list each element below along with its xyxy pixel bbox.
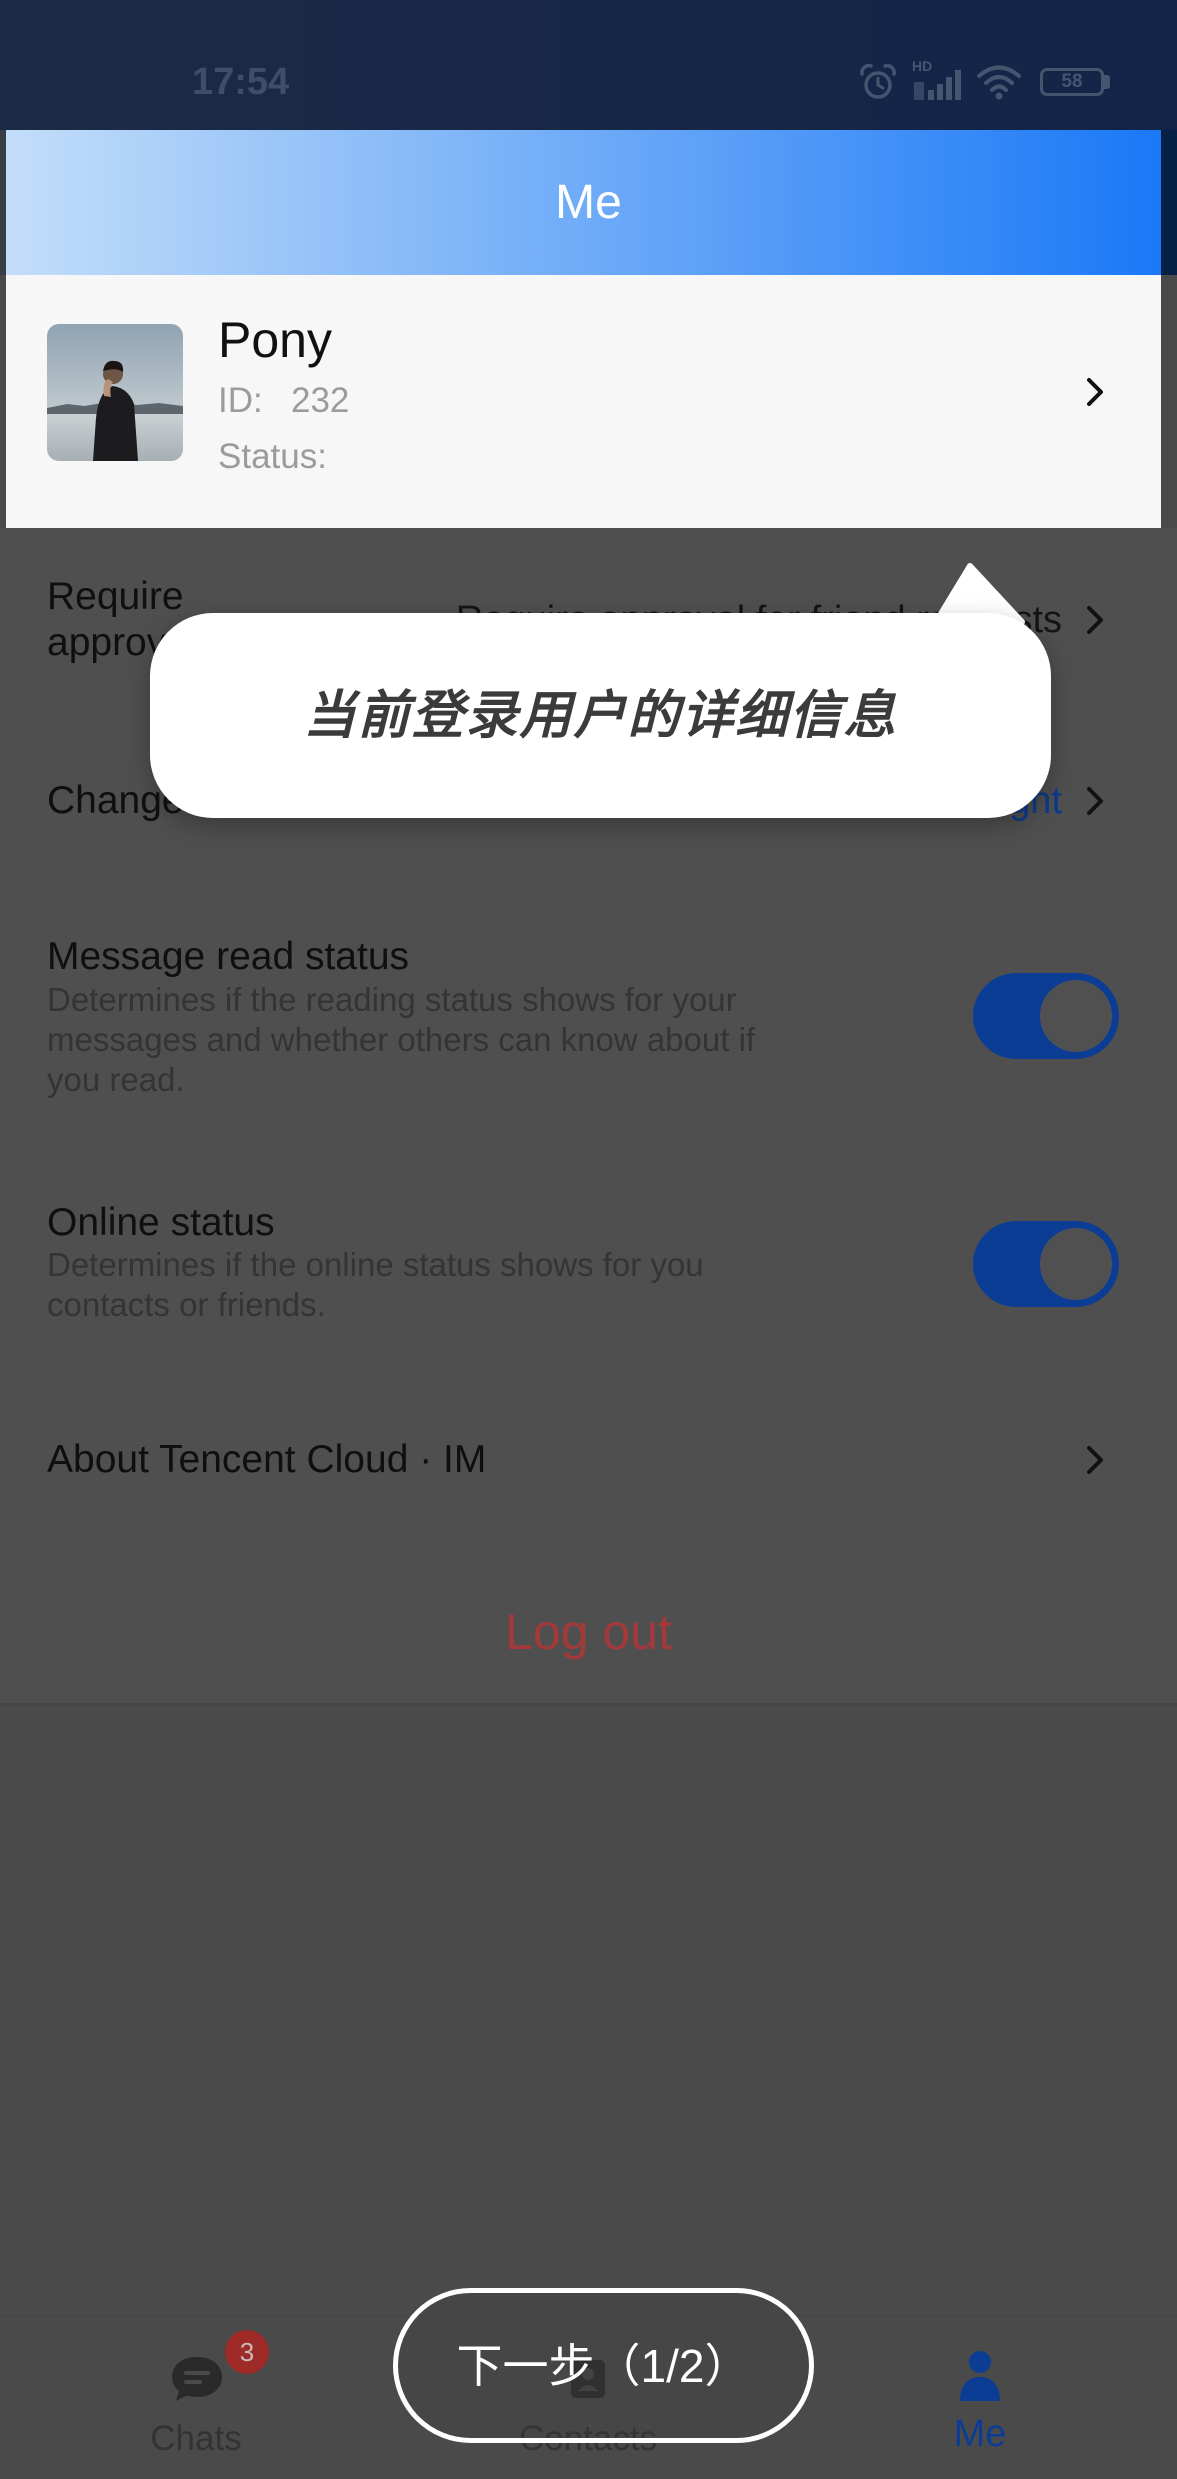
profile-id-value: 232 [291,381,350,420]
chevron-right-icon [1084,376,1106,408]
divider [0,1703,1177,1705]
read-status-label: Message read status [47,935,410,978]
alarm-icon [858,63,898,101]
next-step-button[interactable]: 下一步（1/2） [393,2288,814,2443]
status-bar: 17:54 HD 58 [0,0,1177,130]
read-status-description-line: you read. [47,1061,185,1098]
network-type: HD [912,58,933,74]
wifi-icon [976,64,1022,100]
page-title: Me [555,175,622,229]
logout-row: Log out [0,1550,1177,1703]
chevron-right-icon [1084,785,1106,817]
screen: 17:54 HD 58 Me Pony ID: 232 Status: Requ… [0,0,1177,2479]
online-status-description-line: contacts or friends. [47,1286,326,1323]
next-step-label: 下一步（1/2） [456,2339,751,2392]
profile-status-label: Status: [218,437,327,476]
online-status-label: Online status [47,1201,275,1244]
unread-badge: 3 [225,2330,269,2374]
guide-tooltip: 当前登录用户的详细信息 [150,613,1051,818]
guide-mask-right [1161,130,1177,275]
chevron-right-icon [1084,604,1106,636]
guide-mask-left [0,130,6,275]
profile-card[interactable]: Pony ID: 232 Status: [6,275,1161,528]
status-time: 17:54 [192,61,290,103]
tab-chats[interactable]: 3 Chats [0,2316,392,2479]
toggle-knob [1040,980,1112,1052]
setting-row-about[interactable]: About Tencent Cloud · IM [0,1370,1177,1550]
person-icon [958,2349,1002,2403]
setting-row-read-status: Message read status Determines if the re… [0,892,1177,1140]
app-header: Me [0,130,1177,275]
battery-icon: 58 [1040,68,1104,96]
setting-row-online-status: Online status Determines if the online s… [0,1140,1177,1370]
toggle-knob [1040,1228,1112,1300]
about-label: About Tencent Cloud · IM [47,1438,487,1481]
tab-me[interactable]: Me [784,2316,1176,2479]
read-status-description-line: Determines if the reading status shows f… [47,981,737,1018]
profile-id-label: ID: [218,381,263,420]
signal-icon: HD [912,58,966,102]
chat-icon [169,2354,225,2404]
chevron-right-icon [1084,1444,1106,1476]
battery-level: 58 [1061,71,1083,92]
tab-label: Chats [150,2419,242,2458]
read-status-toggle[interactable] [973,973,1119,1059]
online-status-toggle[interactable] [973,1221,1119,1307]
avatar [47,324,183,461]
online-status-description-line: Determines if the online status shows fo… [47,1246,704,1283]
profile-name: Pony [218,312,332,368]
logout-button[interactable]: Log out [0,1602,1177,1662]
tooltip-text: 当前登录用户的详细信息 [303,686,898,745]
battery-nub [1104,75,1110,89]
tab-label: Me [953,2413,1007,2455]
read-status-description-line: messages and whether others can know abo… [47,1021,756,1058]
